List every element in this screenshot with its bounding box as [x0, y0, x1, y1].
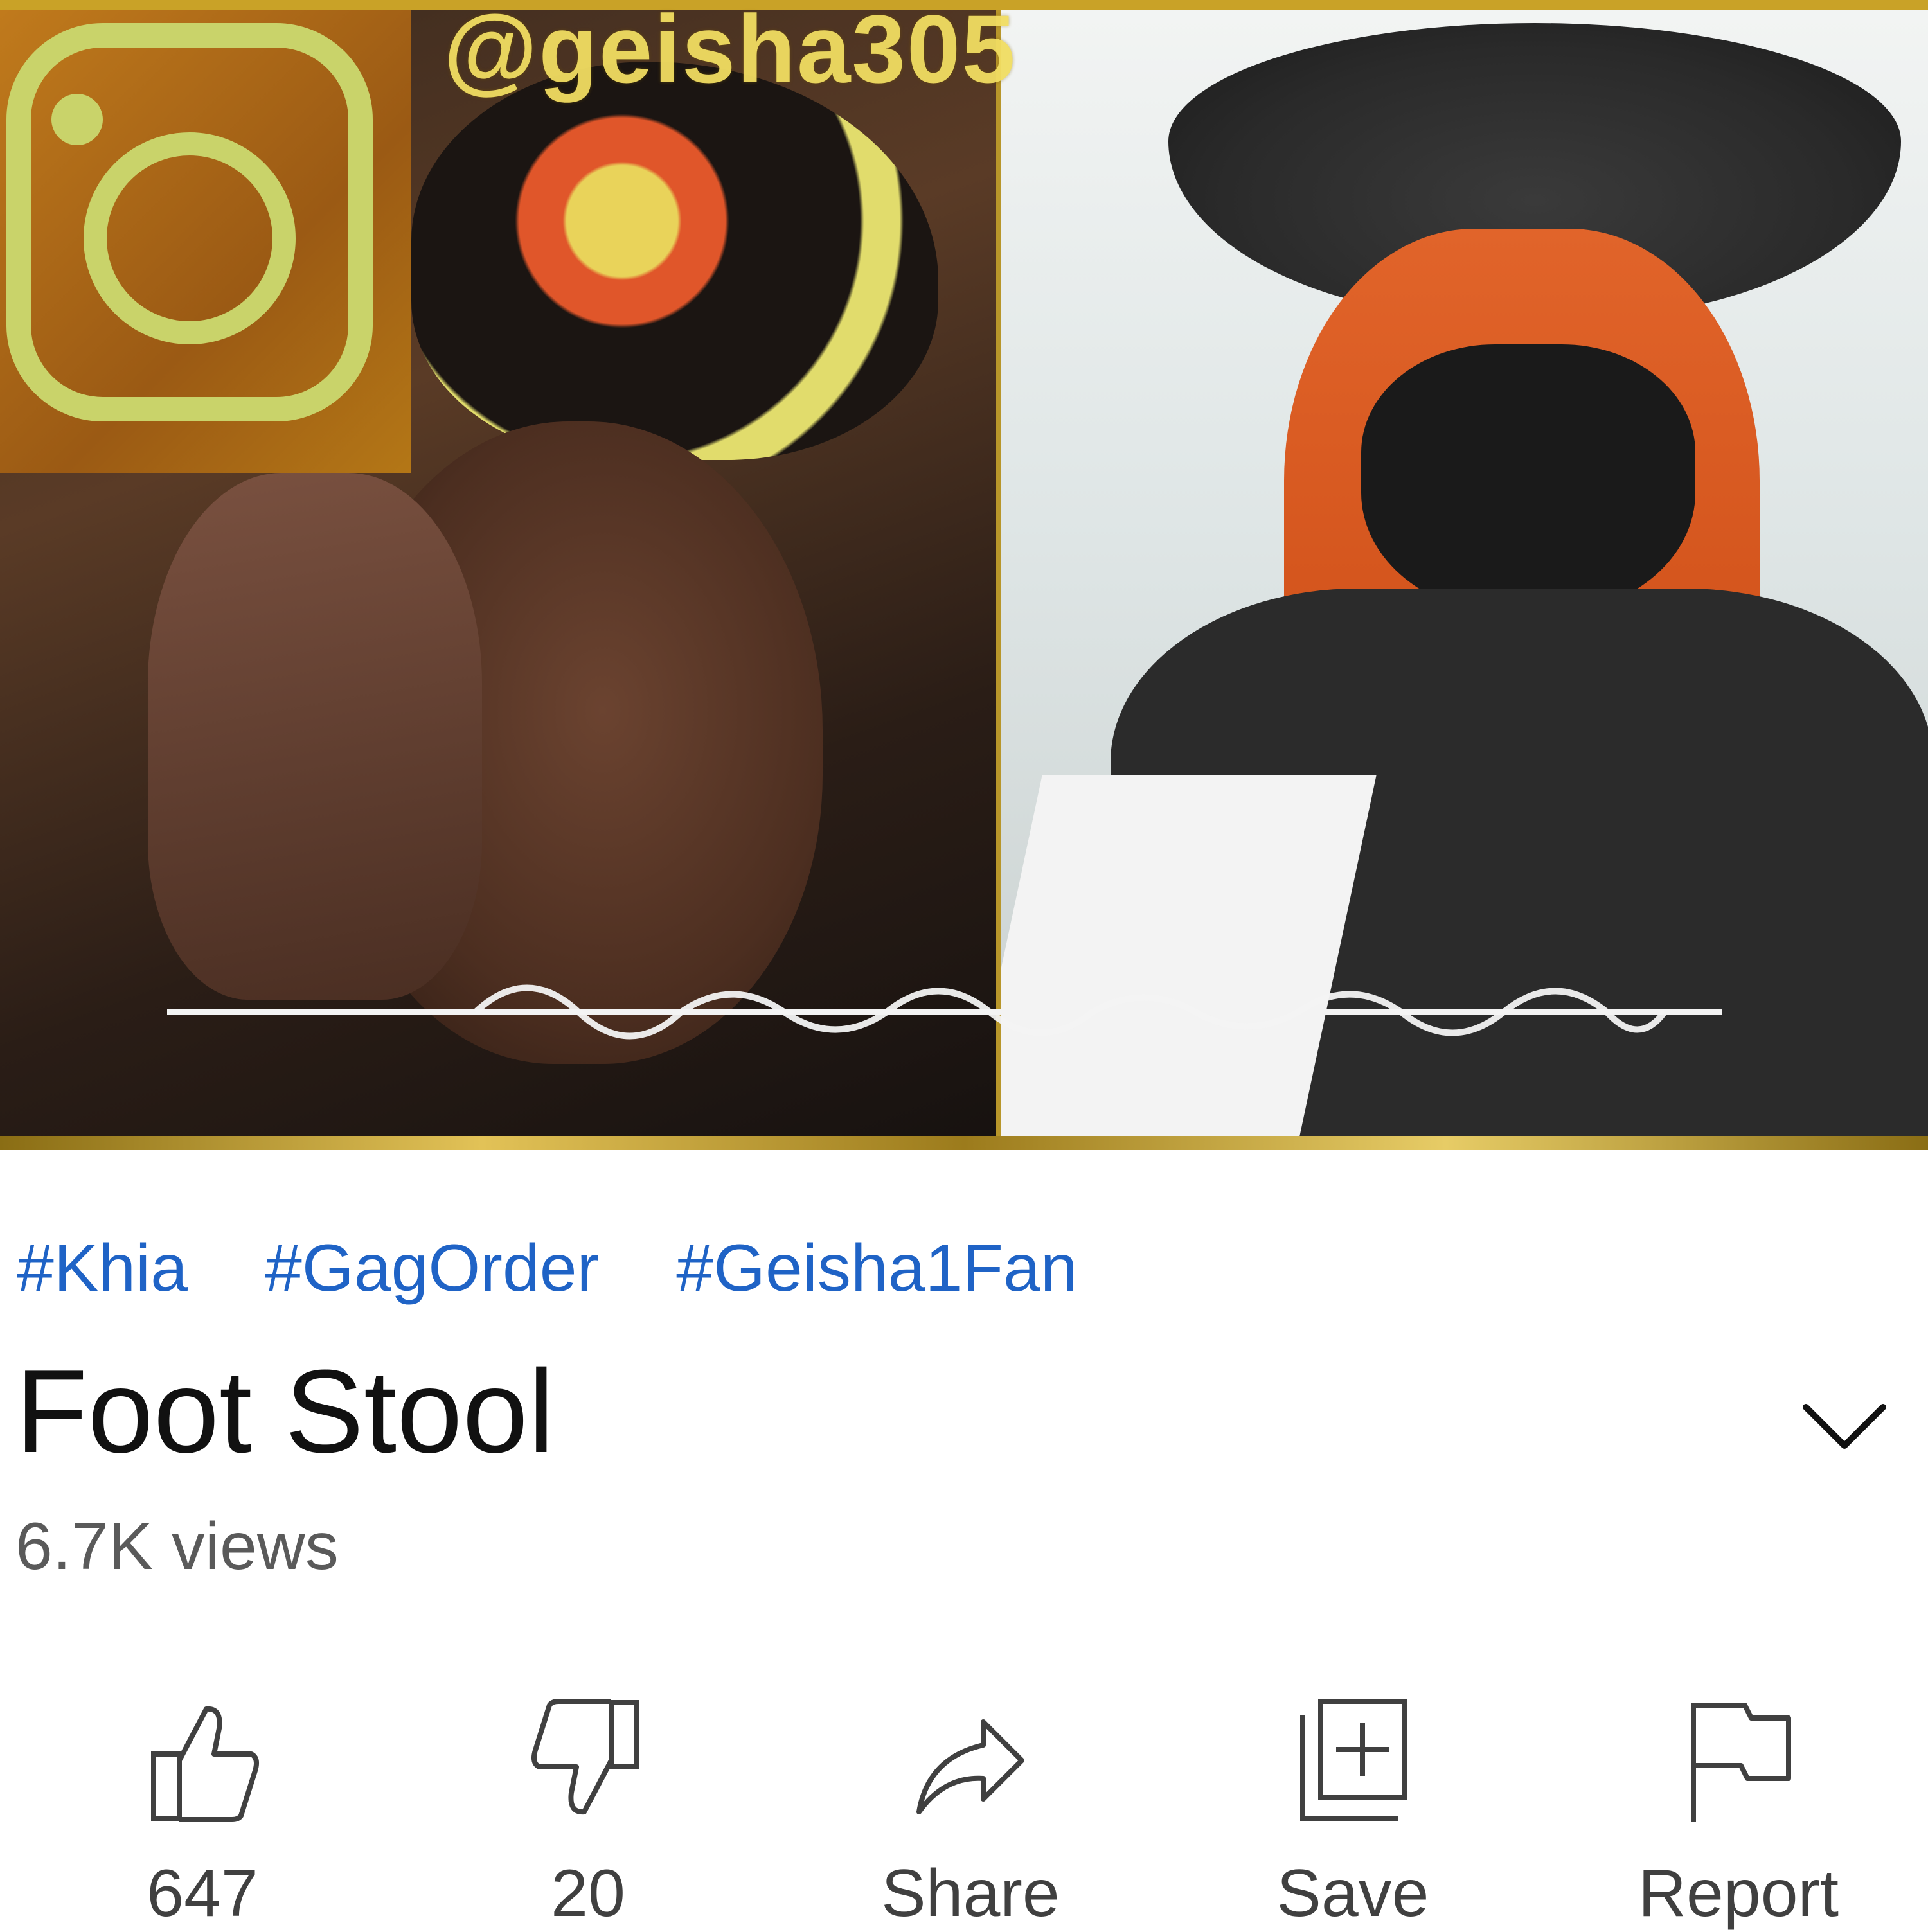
face-mask-shape	[1361, 344, 1695, 614]
instagram-dot	[51, 94, 103, 145]
report-button[interactable]: Report	[1610, 1683, 1867, 1931]
hashtag-geisha1fan[interactable]: #Geisha1Fan	[676, 1230, 1077, 1307]
share-button[interactable]: Share	[842, 1683, 1099, 1931]
flag-icon	[1691, 1703, 1791, 1822]
watermark-handle: @geisha305	[443, 0, 1017, 103]
video-title[interactable]: Foot Stool	[15, 1343, 555, 1479]
audio-waveform-icon	[167, 984, 1722, 1040]
chevron-down-icon[interactable]	[1793, 1381, 1896, 1465]
headwrap-shape	[411, 62, 938, 460]
dislike-button[interactable]: 20	[460, 1683, 717, 1931]
hashtag-khia[interactable]: #Khia	[17, 1230, 188, 1307]
action-bar: 647 20 Share Save Report	[0, 1683, 1928, 1931]
save-label: Save	[1276, 1856, 1429, 1931]
view-count: 6.7K views	[15, 1509, 339, 1584]
hashtag-row: #Khia #GagOrder #Geisha1Fan	[17, 1230, 1078, 1307]
hashtag-gagorder[interactable]: #GagOrder	[265, 1230, 599, 1307]
report-label: Report	[1638, 1856, 1839, 1931]
thumbs-down-icon	[531, 1699, 639, 1815]
add-to-playlist-icon	[1300, 1699, 1407, 1821]
instagram-lens	[84, 132, 296, 344]
video-player[interactable]: @geisha305	[0, 0, 1928, 1150]
instagram-icon	[0, 10, 411, 473]
share-label: Share	[881, 1856, 1060, 1931]
like-button[interactable]: 647	[74, 1683, 331, 1931]
hand-shape	[148, 473, 482, 1000]
thumbs-up-icon	[151, 1706, 259, 1822]
dislike-count: 20	[551, 1856, 625, 1931]
save-button[interactable]: Save	[1224, 1683, 1481, 1931]
share-icon	[916, 1719, 1024, 1814]
video-border-bottom	[0, 1136, 1928, 1150]
like-count: 647	[147, 1856, 258, 1931]
